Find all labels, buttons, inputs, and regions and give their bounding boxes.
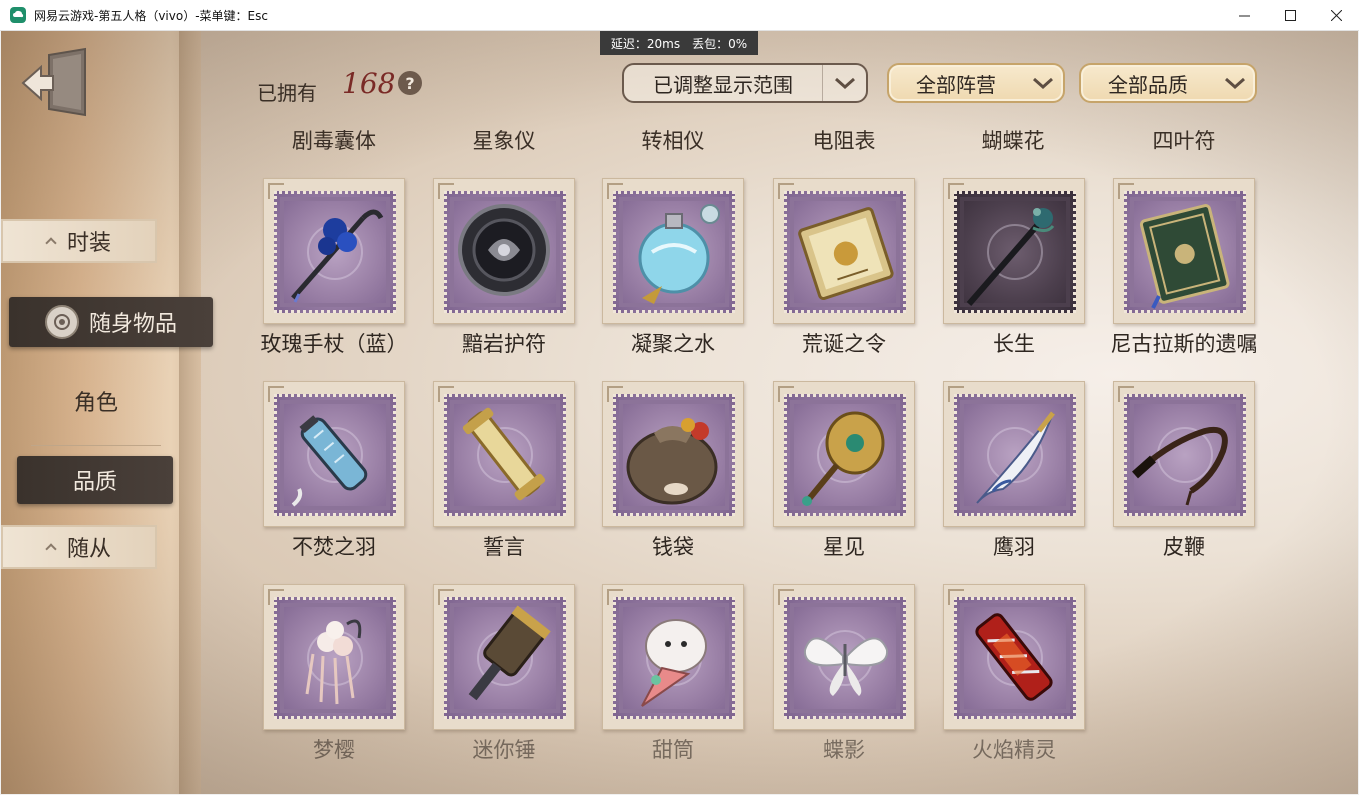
item-label[interactable]: 四叶符 xyxy=(1109,125,1259,155)
whip-icon xyxy=(1132,427,1228,506)
chevron-down-icon xyxy=(822,65,866,101)
item-card-nicholas-will[interactable]: 尼古拉斯的遗嘱 xyxy=(1111,178,1258,356)
item-label[interactable]: 蝴蝶花 xyxy=(938,125,1088,155)
owned-label: 已拥有 xyxy=(257,81,317,105)
chevron-up-icon xyxy=(45,237,57,249)
item-label[interactable]: 星象仪 xyxy=(429,125,579,155)
item-card-money-bag[interactable]: 钱袋 xyxy=(602,381,744,559)
camp-filter-dropdown[interactable]: 全部阵营 xyxy=(887,63,1065,103)
mini-hammer-icon xyxy=(468,605,551,701)
item-card-ice-cream-cone[interactable]: 甜筒 xyxy=(602,584,744,762)
item-card-unburning-feather[interactable]: 不焚之羽 xyxy=(263,381,405,559)
flame-spirit-icon xyxy=(975,613,1053,701)
rose-cane-icon xyxy=(291,209,384,303)
window-title: 网易云游戏-第五人格（vivo）-菜单键：Esc xyxy=(34,8,268,23)
window-titlebar: 网易云游戏-第五人格（vivo）-菜单键：Esc xyxy=(0,0,1359,31)
item-card-flame-spirit[interactable]: 火焰精灵 xyxy=(943,584,1085,762)
exit-door-button[interactable] xyxy=(19,45,89,119)
item-card-dream-sakura[interactable]: 梦樱 xyxy=(263,584,405,762)
item-card-absurd-decree[interactable]: 荒诞之令 xyxy=(773,178,915,356)
item-name: 皮鞭 xyxy=(1163,535,1205,559)
exit-door-icon xyxy=(21,47,86,117)
item-card-oath[interactable]: 誓言 xyxy=(433,381,575,559)
tab-quality[interactable]: 品质 xyxy=(17,456,173,504)
chevron-down-icon xyxy=(1023,65,1063,101)
longevity-staff-icon xyxy=(966,208,1055,306)
nicholas-will-icon xyxy=(1139,204,1230,309)
accessory-emblem-icon xyxy=(44,305,79,339)
tab-label: 品质 xyxy=(72,470,117,495)
item-name: 尼古拉斯的遗嘱 xyxy=(1110,332,1258,356)
item-card-mini-hammer[interactable]: 迷你锤 xyxy=(433,584,575,762)
packet-loss-text: 丢包：0% xyxy=(692,36,748,51)
owned-count: 168 xyxy=(342,67,396,100)
item-name: 火焰精灵 xyxy=(972,738,1056,762)
unburning-feather-icon xyxy=(291,415,368,507)
tab-character[interactable]: 角色 xyxy=(21,379,171,423)
maximize-button[interactable] xyxy=(1267,0,1313,31)
network-status-badge: 延迟：20ms 丢包：0% xyxy=(600,31,758,55)
tab-label: 随从 xyxy=(66,537,111,562)
ice-cream-cone-icon xyxy=(641,619,707,707)
tab-outfits[interactable]: 时装 xyxy=(1,219,157,263)
latency-text: 延迟：20ms xyxy=(610,36,681,51)
display-range-dropdown[interactable]: 已调整显示范围 xyxy=(622,63,868,103)
cloud-game-app-icon xyxy=(10,7,26,23)
sidebar-divider xyxy=(31,445,161,446)
item-card-condensed-water[interactable]: 凝聚之水 xyxy=(602,178,744,356)
item-card-rose-cane[interactable]: 玫瑰手杖（蓝） xyxy=(261,178,408,356)
oath-scroll-icon xyxy=(462,407,546,501)
star-mirror-icon xyxy=(802,411,885,506)
dropdown-label: 全部阵营 xyxy=(916,72,996,97)
dropdown-label: 已调整显示范围 xyxy=(653,72,793,97)
item-card-longevity[interactable]: 长生 xyxy=(943,178,1085,356)
help-glyph: ? xyxy=(405,73,415,93)
tab-accessories[interactable]: 随身物品 xyxy=(9,297,213,347)
item-label[interactable]: 电阻表 xyxy=(769,125,919,155)
item-card-butterfly-shadow[interactable]: 蝶影 xyxy=(773,584,915,762)
quality-filter-dropdown[interactable]: 全部品质 xyxy=(1079,63,1257,103)
condensed-water-icon xyxy=(638,204,720,304)
absurd-decree-icon xyxy=(798,207,894,300)
chevron-down-icon xyxy=(1215,65,1255,101)
item-card-eagle-feather[interactable]: 鹰羽 xyxy=(943,381,1085,559)
tab-label: 时装 xyxy=(66,231,111,256)
close-button[interactable] xyxy=(1313,0,1359,31)
item-label[interactable]: 转相仪 xyxy=(598,125,748,155)
item-card-star-mirror[interactable]: 星见 xyxy=(773,381,915,559)
item-label[interactable]: 剧毒囊体 xyxy=(259,125,409,155)
help-icon[interactable]: ? xyxy=(398,71,422,95)
item-card-dark-rock-amulet[interactable]: 黯岩护符 xyxy=(433,178,575,356)
minimize-button[interactable] xyxy=(1221,0,1267,31)
eagle-feather-icon xyxy=(976,411,1055,504)
dropdown-label: 全部品质 xyxy=(1108,72,1188,97)
chevron-up-icon xyxy=(45,543,57,555)
dream-sakura-icon xyxy=(305,619,362,705)
tab-label: 角色 xyxy=(73,391,118,416)
money-bag-icon xyxy=(626,418,718,505)
dark-rock-amulet-icon xyxy=(458,204,550,296)
tab-followers[interactable]: 随从 xyxy=(1,525,157,569)
butterfly-shadow-icon xyxy=(803,637,889,696)
tab-label: 随身物品 xyxy=(88,312,177,337)
game-viewport: 时装 随身物品 角色 品质 随从 已拥有 168 ? 已调整显示范围 全部阵营 … xyxy=(1,31,1358,794)
item-card-whip[interactable]: 皮鞭 xyxy=(1113,381,1255,559)
